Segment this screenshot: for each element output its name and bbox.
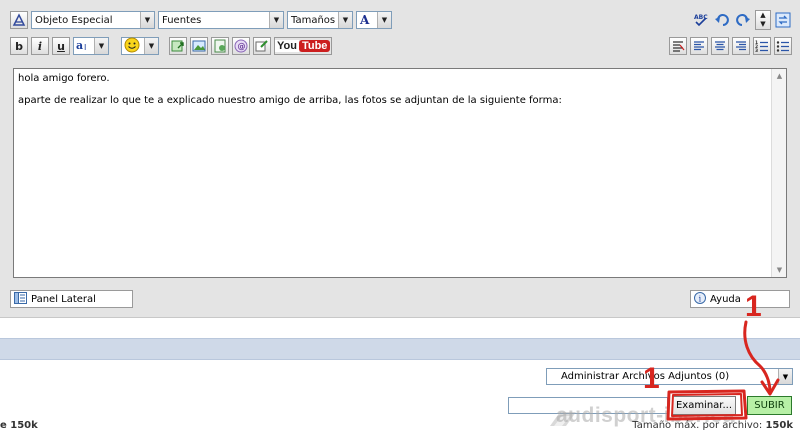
chevron-down-icon: ▼ xyxy=(377,12,391,28)
textarea-scrollbar[interactable]: ▲ ▼ xyxy=(771,69,786,277)
insert-email-icon[interactable]: @ xyxy=(232,37,250,55)
svg-text:ABC: ABC xyxy=(694,14,708,21)
max-size-label: Tamaño máx. por archivo: xyxy=(632,420,763,431)
switch-editor-mode-icon[interactable] xyxy=(10,11,28,29)
underline-button[interactable]: u xyxy=(52,37,70,55)
chevron-down-icon: ▼ xyxy=(778,369,792,384)
toolbar-row-1: Objeto Especial ▼ Fuentes ▼ Tamaños ▼ A … xyxy=(10,9,392,31)
font-size-select[interactable]: Tamaños ▼ xyxy=(287,11,353,29)
chevron-down-icon: ▼ xyxy=(338,12,352,28)
undo-icon[interactable] xyxy=(713,11,731,29)
smilies-picker[interactable]: ▼ xyxy=(121,37,159,55)
editor-panel: Objeto Especial ▼ Fuentes ▼ Tamaños ▼ A … xyxy=(0,0,800,318)
side-panel-icon xyxy=(14,291,27,307)
swap-editor-icon[interactable] xyxy=(774,11,792,29)
redo-icon[interactable] xyxy=(734,11,752,29)
font-size-value: Tamaños xyxy=(291,14,336,26)
message-line-2: aparte de realizar lo que te a explicado… xyxy=(18,95,562,106)
svg-text:3: 3 xyxy=(755,48,758,53)
spellcheck-icon[interactable]: ABC xyxy=(692,11,710,29)
svg-text:a: a xyxy=(76,39,83,52)
svg-text:I: I xyxy=(84,43,86,52)
toolbar-row-1-right: ABC ▲ ▼ xyxy=(692,9,792,31)
max-size-value: 150k xyxy=(765,420,793,431)
insert-video-icon[interactable] xyxy=(211,37,229,55)
text-style-icon: aI xyxy=(76,38,92,55)
svg-text:@: @ xyxy=(238,42,246,51)
toolbar-row-2: b i u aI ▼ ▼ @ You Tube xyxy=(10,35,333,57)
svg-text:i: i xyxy=(699,294,702,303)
panel-lateral-button[interactable]: Panel Lateral xyxy=(10,290,133,308)
smiley-icon xyxy=(124,37,140,56)
align-left-icon[interactable] xyxy=(690,37,708,55)
ordered-list-icon[interactable]: 123 xyxy=(753,37,771,55)
italic-button[interactable]: i xyxy=(31,37,49,55)
insert-image-icon[interactable] xyxy=(190,37,208,55)
scroll-up-icon[interactable]: ▲ xyxy=(772,69,787,83)
youtube-button[interactable]: You Tube xyxy=(274,37,333,55)
youtube-label-tube: Tube xyxy=(298,40,331,52)
chevron-down-icon: ▼ xyxy=(94,38,108,54)
max-size-partial: e 150k xyxy=(0,420,38,431)
chevron-down-icon: ▼ xyxy=(140,12,154,28)
resize-editor-icon[interactable]: ▲ ▼ xyxy=(755,10,771,30)
max-size-info: Tamaño máx. por archivo: 150k xyxy=(632,420,793,431)
bold-label: b xyxy=(15,39,23,53)
unordered-list-icon[interactable] xyxy=(774,37,792,55)
bold-button[interactable]: b xyxy=(10,37,28,55)
insert-quote-icon[interactable] xyxy=(253,37,271,55)
text-style-picker[interactable]: aI ▼ xyxy=(73,37,109,55)
youtube-label-you: You xyxy=(275,40,299,52)
browse-button[interactable]: Examinar... xyxy=(672,396,736,415)
scroll-down-icon[interactable]: ▼ xyxy=(772,263,787,277)
font-color-icon: A xyxy=(360,13,370,27)
font-family-select[interactable]: Fuentes ▼ xyxy=(158,11,284,29)
upload-button[interactable]: SUBIR xyxy=(747,396,792,415)
browse-label: Examinar... xyxy=(675,400,733,411)
panel-lateral-label: Panel Lateral xyxy=(31,293,96,305)
upload-label: SUBIR xyxy=(754,400,785,411)
chevron-down-icon: ▼ xyxy=(144,38,158,54)
annotation-marker-browse: 1 xyxy=(643,362,660,395)
reply-form: Objeto Especial ▼ Fuentes ▼ Tamaños ▼ A … xyxy=(0,0,800,438)
underline-label: u xyxy=(57,39,65,53)
section-divider-band xyxy=(0,338,800,360)
help-button[interactable]: i Ayuda xyxy=(690,290,790,308)
special-object-value: Objeto Especial xyxy=(35,14,113,26)
insert-link-icon[interactable] xyxy=(169,37,187,55)
help-label: Ayuda xyxy=(710,293,741,305)
align-center-icon[interactable] xyxy=(711,37,729,55)
remove-format-icon[interactable] xyxy=(669,37,687,55)
message-textarea[interactable]: hola amigo forero. aparte de realizar lo… xyxy=(13,68,787,278)
font-color-picker[interactable]: A ▼ xyxy=(356,11,392,29)
annotation-marker-upload: 1 xyxy=(745,290,762,323)
font-family-value: Fuentes xyxy=(162,14,202,26)
message-line-1: hola amigo forero. xyxy=(18,73,110,84)
chevron-down-icon: ▼ xyxy=(269,12,283,28)
manage-attachments-select[interactable]: Administrar Archivos Adjuntos (0) ▼ xyxy=(546,368,793,385)
italic-label: i xyxy=(37,39,43,53)
align-right-icon[interactable] xyxy=(732,37,750,55)
info-icon: i xyxy=(694,291,706,307)
special-object-select[interactable]: Objeto Especial ▼ xyxy=(31,11,155,29)
toolbar-row-2-right: 123 xyxy=(669,35,792,57)
